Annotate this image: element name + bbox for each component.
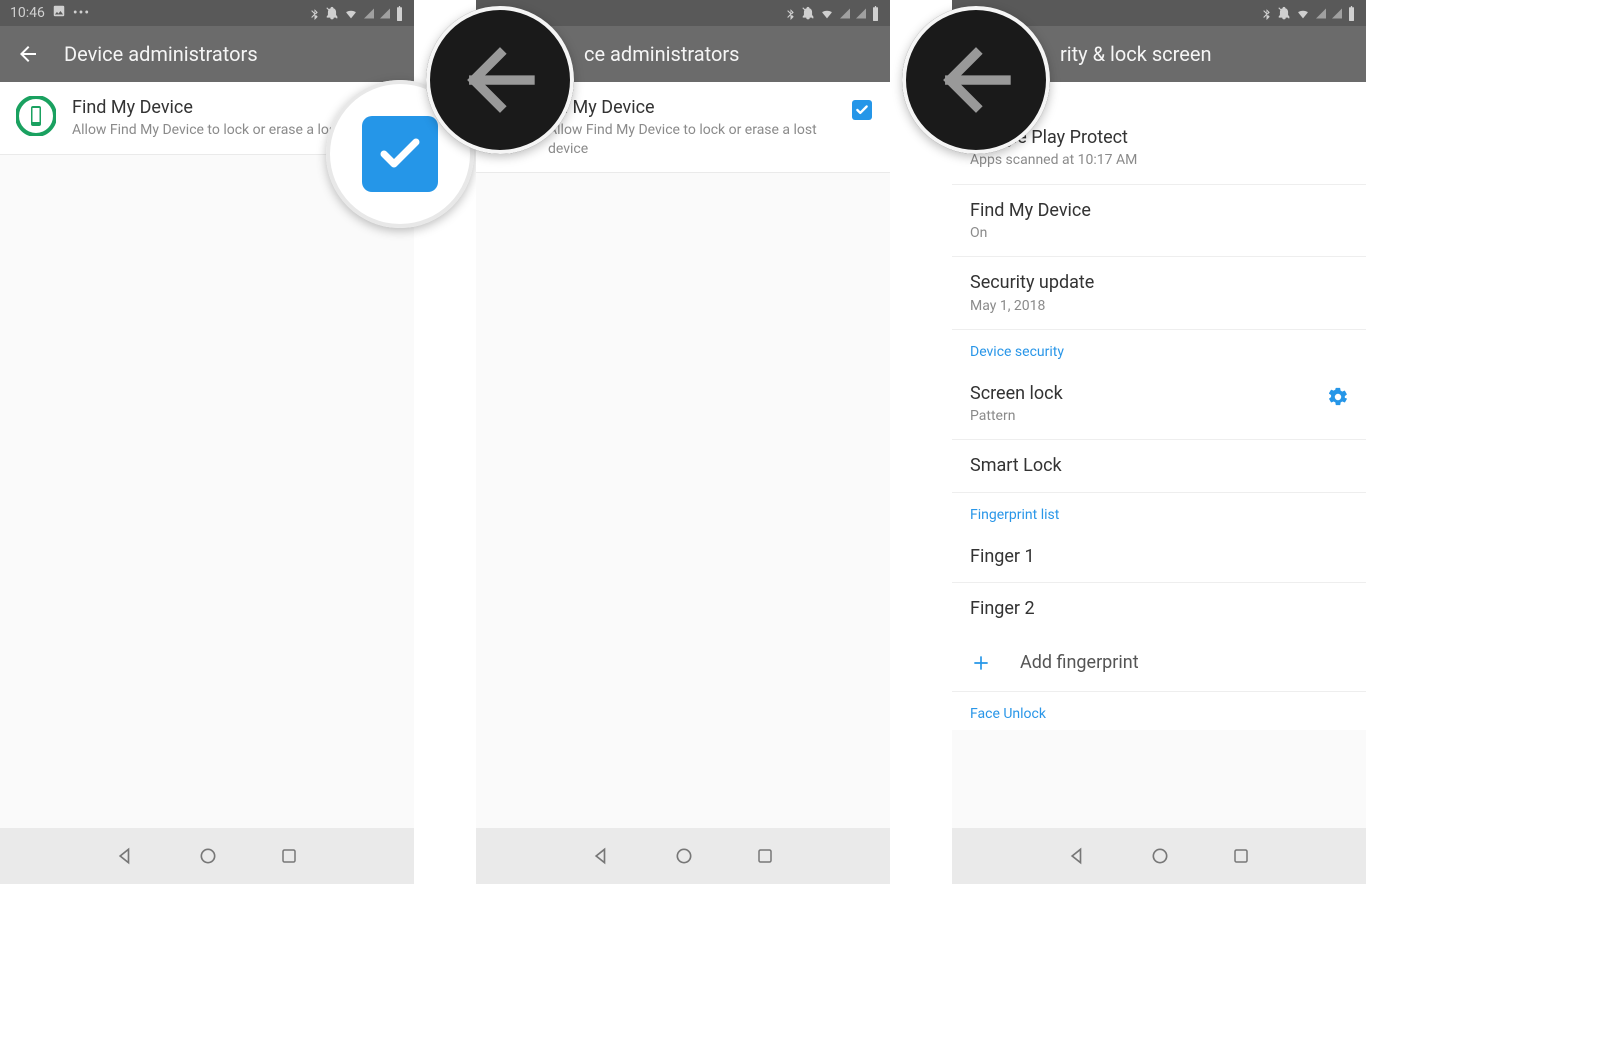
- phone-screen-3: rity & lock screen status Google Play Pr…: [952, 0, 1366, 884]
- section-header-fingerprint: Fingerprint list: [952, 493, 1366, 531]
- phone-screen-2: ce administrators nd My Device Allow Fin…: [476, 0, 890, 884]
- screenlock-sub: Pattern: [970, 407, 1310, 425]
- nav-recent-icon[interactable]: [1232, 847, 1250, 865]
- status-icons-right: [784, 6, 880, 21]
- checkbox-checked-icon[interactable]: [852, 100, 872, 120]
- finger-2-row[interactable]: Finger 2: [952, 583, 1366, 634]
- smartlock-title: Smart Lock: [970, 454, 1350, 477]
- nav-bar: [476, 828, 890, 884]
- callout-back-arrow[interactable]: [902, 6, 1050, 154]
- status-time: 10:46: [10, 5, 45, 21]
- battery-icon: [871, 6, 880, 21]
- signal-icon-2: [855, 7, 867, 20]
- finger1-title: Finger 1: [970, 545, 1350, 568]
- bell-off-icon: [325, 6, 339, 20]
- content-area: status Google Play Protect Apps scanned …: [952, 82, 1366, 828]
- add-fingerprint-label: Add fingerprint: [1020, 652, 1139, 673]
- find-my-device-sub: Allow Find My Device to lock or erase a …: [548, 121, 834, 157]
- section-header-face-unlock: Face Unlock: [952, 692, 1366, 730]
- page-title: Device administrators: [64, 42, 258, 66]
- nav-recent-icon[interactable]: [756, 847, 774, 865]
- nav-home-icon[interactable]: [674, 846, 694, 866]
- add-fingerprint-row[interactable]: Add fingerprint: [952, 634, 1366, 691]
- nav-back-icon[interactable]: [1068, 846, 1088, 866]
- gpp-sub: Apps scanned at 10:17 AM: [970, 151, 1350, 169]
- secup-title: Security update: [970, 271, 1350, 294]
- finger-1-row[interactable]: Finger 1: [952, 531, 1366, 583]
- bluetooth-icon: [1260, 7, 1273, 20]
- nav-bar: [0, 828, 414, 884]
- find-my-device-icon: [16, 96, 56, 136]
- signal-icon-2: [379, 7, 391, 20]
- wifi-icon: [343, 7, 359, 20]
- signal-icon-2: [1331, 7, 1343, 20]
- status-icons-right: [1260, 6, 1356, 21]
- battery-icon: [1347, 6, 1356, 21]
- plus-icon: [970, 653, 992, 673]
- security-update-row[interactable]: Security update May 1, 2018: [952, 257, 1366, 330]
- page-title: rity & lock screen: [1060, 42, 1211, 66]
- status-icons-right: [308, 6, 404, 21]
- image-icon: [51, 4, 67, 22]
- wifi-icon: [1295, 7, 1311, 20]
- nav-bar: [952, 828, 1366, 884]
- nav-home-icon[interactable]: [1150, 846, 1170, 866]
- smart-lock-row[interactable]: Smart Lock: [952, 440, 1366, 492]
- screen-lock-row[interactable]: Screen lock Pattern: [952, 368, 1366, 441]
- checkbox-checked-icon[interactable]: [362, 116, 438, 192]
- screenlock-title: Screen lock: [970, 382, 1310, 405]
- page-title: ce administrators: [584, 42, 740, 66]
- signal-icon: [1315, 7, 1327, 20]
- secup-sub: May 1, 2018: [970, 297, 1350, 315]
- bluetooth-icon: [308, 7, 321, 20]
- more-icon: •••: [73, 5, 90, 21]
- section-header-device-security: Device security: [952, 330, 1366, 368]
- bell-off-icon: [1277, 6, 1291, 20]
- nav-back-icon[interactable]: [116, 846, 136, 866]
- find-my-device-title: nd My Device: [548, 96, 834, 119]
- signal-icon: [839, 7, 851, 20]
- find-my-device-row[interactable]: Find My Device On: [952, 185, 1366, 258]
- fmd-title: Find My Device: [970, 199, 1350, 222]
- app-bar: Device administrators: [0, 26, 414, 82]
- nav-home-icon[interactable]: [198, 846, 218, 866]
- signal-icon: [363, 7, 375, 20]
- finger2-title: Finger 2: [970, 597, 1350, 620]
- callout-back-arrow[interactable]: [426, 6, 574, 154]
- bell-off-icon: [801, 6, 815, 20]
- nav-back-icon[interactable]: [592, 846, 612, 866]
- phone-screen-1: 10:46 ••• Device administrators: [0, 0, 414, 884]
- battery-icon: [395, 6, 404, 21]
- content-area: nd My Device Allow Find My Device to loc…: [476, 82, 890, 828]
- gear-icon[interactable]: [1326, 386, 1350, 408]
- nav-recent-icon[interactable]: [280, 847, 298, 865]
- bluetooth-icon: [784, 7, 797, 20]
- wifi-icon: [819, 7, 835, 20]
- status-bar: 10:46 •••: [0, 0, 414, 26]
- back-arrow-icon[interactable]: [16, 42, 40, 66]
- fmd-sub: On: [970, 224, 1350, 242]
